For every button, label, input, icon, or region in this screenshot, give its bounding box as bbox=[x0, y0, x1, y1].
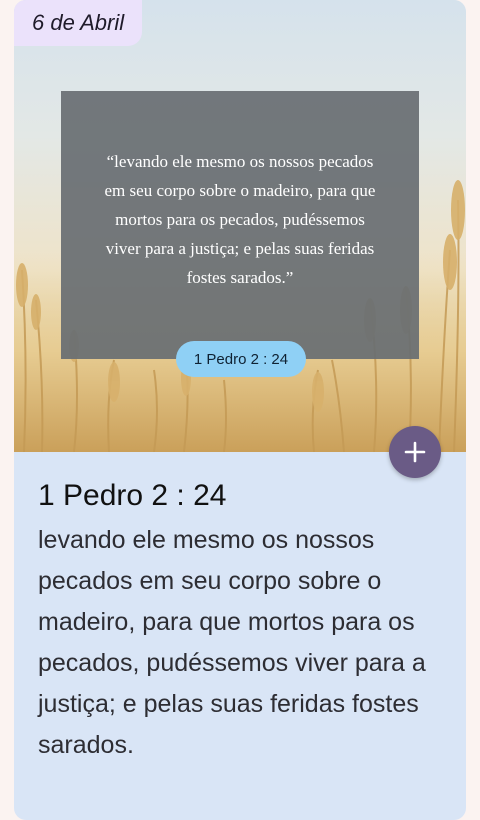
verse-reference-title: 1 Pedro 2 : 24 bbox=[38, 479, 227, 512]
plus-icon bbox=[404, 441, 426, 463]
verse-overlay: “levando ele mesmo os nossos pecados em … bbox=[61, 91, 419, 359]
verse-card[interactable]: 6 de Abril “levando ele mesmo os nossos … bbox=[14, 0, 466, 820]
add-button[interactable] bbox=[389, 426, 441, 478]
verse-detail: 1 Pedro 2 : 24 levando ele mesmo os noss… bbox=[38, 470, 448, 766]
verse-image[interactable]: 6 de Abril “levando ele mesmo os nossos … bbox=[14, 0, 466, 452]
verse-quote: “levando ele mesmo os nossos pecados em … bbox=[104, 152, 376, 287]
verse-reference-badge: 1 Pedro 2 : 24 bbox=[176, 341, 306, 377]
date-label: 6 de Abril bbox=[14, 0, 143, 46]
verse-body: levando ele mesmo os nossos pecados em s… bbox=[38, 526, 426, 759]
